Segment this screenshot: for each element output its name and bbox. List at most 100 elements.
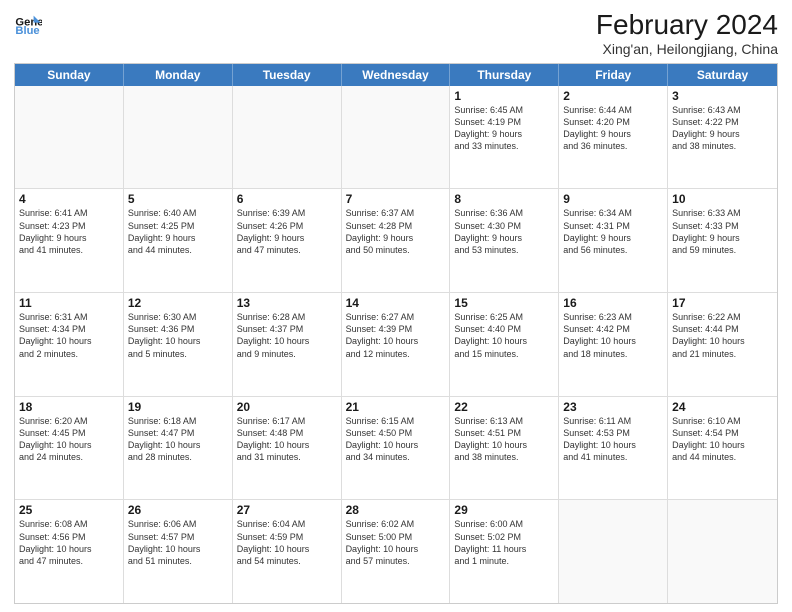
cell-info: Sunrise: 6:44 AM Sunset: 4:20 PM Dayligh…	[563, 104, 663, 153]
cell-info: Sunrise: 6:31 AM Sunset: 4:34 PM Dayligh…	[19, 311, 119, 360]
location: Xing'an, Heilongjiang, China	[596, 41, 778, 57]
calendar-cell	[124, 86, 233, 189]
cell-info: Sunrise: 6:23 AM Sunset: 4:42 PM Dayligh…	[563, 311, 663, 360]
calendar-cell: 4Sunrise: 6:41 AM Sunset: 4:23 PM Daylig…	[15, 189, 124, 292]
calendar-cell: 12Sunrise: 6:30 AM Sunset: 4:36 PM Dayli…	[124, 293, 233, 396]
day-number: 7	[346, 192, 446, 206]
day-number: 21	[346, 400, 446, 414]
calendar-body: 1Sunrise: 6:45 AM Sunset: 4:19 PM Daylig…	[15, 86, 777, 603]
day-number: 26	[128, 503, 228, 517]
calendar-cell: 10Sunrise: 6:33 AM Sunset: 4:33 PM Dayli…	[668, 189, 777, 292]
weekday-header: Friday	[559, 64, 668, 86]
calendar-cell: 9Sunrise: 6:34 AM Sunset: 4:31 PM Daylig…	[559, 189, 668, 292]
day-number: 24	[672, 400, 773, 414]
calendar-cell: 3Sunrise: 6:43 AM Sunset: 4:22 PM Daylig…	[668, 86, 777, 189]
day-number: 10	[672, 192, 773, 206]
weekday-header: Tuesday	[233, 64, 342, 86]
calendar-cell: 5Sunrise: 6:40 AM Sunset: 4:25 PM Daylig…	[124, 189, 233, 292]
day-number: 4	[19, 192, 119, 206]
calendar-cell	[342, 86, 451, 189]
calendar-row: 11Sunrise: 6:31 AM Sunset: 4:34 PM Dayli…	[15, 293, 777, 397]
cell-info: Sunrise: 6:33 AM Sunset: 4:33 PM Dayligh…	[672, 207, 773, 256]
day-number: 5	[128, 192, 228, 206]
calendar-cell	[559, 500, 668, 603]
day-number: 27	[237, 503, 337, 517]
calendar-cell: 22Sunrise: 6:13 AM Sunset: 4:51 PM Dayli…	[450, 397, 559, 500]
cell-info: Sunrise: 6:13 AM Sunset: 4:51 PM Dayligh…	[454, 415, 554, 464]
cell-info: Sunrise: 6:04 AM Sunset: 4:59 PM Dayligh…	[237, 518, 337, 567]
day-number: 20	[237, 400, 337, 414]
cell-info: Sunrise: 6:45 AM Sunset: 4:19 PM Dayligh…	[454, 104, 554, 153]
calendar-cell: 6Sunrise: 6:39 AM Sunset: 4:26 PM Daylig…	[233, 189, 342, 292]
cell-info: Sunrise: 6:06 AM Sunset: 4:57 PM Dayligh…	[128, 518, 228, 567]
day-number: 11	[19, 296, 119, 310]
page: General Blue February 2024 Xing'an, Heil…	[0, 0, 792, 612]
day-number: 19	[128, 400, 228, 414]
weekday-header: Wednesday	[342, 64, 451, 86]
day-number: 23	[563, 400, 663, 414]
cell-info: Sunrise: 6:37 AM Sunset: 4:28 PM Dayligh…	[346, 207, 446, 256]
day-number: 16	[563, 296, 663, 310]
day-number: 14	[346, 296, 446, 310]
calendar-cell: 14Sunrise: 6:27 AM Sunset: 4:39 PM Dayli…	[342, 293, 451, 396]
cell-info: Sunrise: 6:25 AM Sunset: 4:40 PM Dayligh…	[454, 311, 554, 360]
calendar-cell	[15, 86, 124, 189]
calendar-cell: 24Sunrise: 6:10 AM Sunset: 4:54 PM Dayli…	[668, 397, 777, 500]
calendar-cell: 16Sunrise: 6:23 AM Sunset: 4:42 PM Dayli…	[559, 293, 668, 396]
cell-info: Sunrise: 6:27 AM Sunset: 4:39 PM Dayligh…	[346, 311, 446, 360]
day-number: 8	[454, 192, 554, 206]
cell-info: Sunrise: 6:02 AM Sunset: 5:00 PM Dayligh…	[346, 518, 446, 567]
cell-info: Sunrise: 6:22 AM Sunset: 4:44 PM Dayligh…	[672, 311, 773, 360]
day-number: 17	[672, 296, 773, 310]
logo-icon: General Blue	[14, 10, 42, 38]
calendar-cell: 20Sunrise: 6:17 AM Sunset: 4:48 PM Dayli…	[233, 397, 342, 500]
weekday-header: Saturday	[668, 64, 777, 86]
calendar-cell: 13Sunrise: 6:28 AM Sunset: 4:37 PM Dayli…	[233, 293, 342, 396]
day-number: 29	[454, 503, 554, 517]
cell-info: Sunrise: 6:00 AM Sunset: 5:02 PM Dayligh…	[454, 518, 554, 567]
day-number: 18	[19, 400, 119, 414]
cell-info: Sunrise: 6:15 AM Sunset: 4:50 PM Dayligh…	[346, 415, 446, 464]
cell-info: Sunrise: 6:28 AM Sunset: 4:37 PM Dayligh…	[237, 311, 337, 360]
calendar-row: 4Sunrise: 6:41 AM Sunset: 4:23 PM Daylig…	[15, 189, 777, 293]
header: General Blue February 2024 Xing'an, Heil…	[14, 10, 778, 57]
calendar-cell: 23Sunrise: 6:11 AM Sunset: 4:53 PM Dayli…	[559, 397, 668, 500]
cell-info: Sunrise: 6:30 AM Sunset: 4:36 PM Dayligh…	[128, 311, 228, 360]
weekday-header: Sunday	[15, 64, 124, 86]
day-number: 15	[454, 296, 554, 310]
calendar-cell: 26Sunrise: 6:06 AM Sunset: 4:57 PM Dayli…	[124, 500, 233, 603]
calendar-cell	[233, 86, 342, 189]
weekday-header: Monday	[124, 64, 233, 86]
calendar-cell: 8Sunrise: 6:36 AM Sunset: 4:30 PM Daylig…	[450, 189, 559, 292]
title-block: February 2024 Xing'an, Heilongjiang, Chi…	[596, 10, 778, 57]
day-number: 22	[454, 400, 554, 414]
day-number: 9	[563, 192, 663, 206]
calendar-row: 18Sunrise: 6:20 AM Sunset: 4:45 PM Dayli…	[15, 397, 777, 501]
day-number: 6	[237, 192, 337, 206]
calendar-row: 1Sunrise: 6:45 AM Sunset: 4:19 PM Daylig…	[15, 86, 777, 190]
svg-text:Blue: Blue	[15, 25, 39, 37]
day-number: 1	[454, 89, 554, 103]
cell-info: Sunrise: 6:39 AM Sunset: 4:26 PM Dayligh…	[237, 207, 337, 256]
calendar-cell: 21Sunrise: 6:15 AM Sunset: 4:50 PM Dayli…	[342, 397, 451, 500]
calendar-cell: 11Sunrise: 6:31 AM Sunset: 4:34 PM Dayli…	[15, 293, 124, 396]
calendar-cell	[668, 500, 777, 603]
calendar-cell: 29Sunrise: 6:00 AM Sunset: 5:02 PM Dayli…	[450, 500, 559, 603]
day-number: 13	[237, 296, 337, 310]
calendar-cell: 25Sunrise: 6:08 AM Sunset: 4:56 PM Dayli…	[15, 500, 124, 603]
cell-info: Sunrise: 6:18 AM Sunset: 4:47 PM Dayligh…	[128, 415, 228, 464]
cell-info: Sunrise: 6:10 AM Sunset: 4:54 PM Dayligh…	[672, 415, 773, 464]
calendar: SundayMondayTuesdayWednesdayThursdayFrid…	[14, 63, 778, 604]
cell-info: Sunrise: 6:11 AM Sunset: 4:53 PM Dayligh…	[563, 415, 663, 464]
logo: General Blue	[14, 10, 42, 38]
cell-info: Sunrise: 6:20 AM Sunset: 4:45 PM Dayligh…	[19, 415, 119, 464]
weekday-header: Thursday	[450, 64, 559, 86]
calendar-cell: 17Sunrise: 6:22 AM Sunset: 4:44 PM Dayli…	[668, 293, 777, 396]
calendar-row: 25Sunrise: 6:08 AM Sunset: 4:56 PM Dayli…	[15, 500, 777, 603]
calendar-cell: 19Sunrise: 6:18 AM Sunset: 4:47 PM Dayli…	[124, 397, 233, 500]
day-number: 2	[563, 89, 663, 103]
cell-info: Sunrise: 6:17 AM Sunset: 4:48 PM Dayligh…	[237, 415, 337, 464]
calendar-cell: 2Sunrise: 6:44 AM Sunset: 4:20 PM Daylig…	[559, 86, 668, 189]
cell-info: Sunrise: 6:40 AM Sunset: 4:25 PM Dayligh…	[128, 207, 228, 256]
month-year: February 2024	[596, 10, 778, 41]
